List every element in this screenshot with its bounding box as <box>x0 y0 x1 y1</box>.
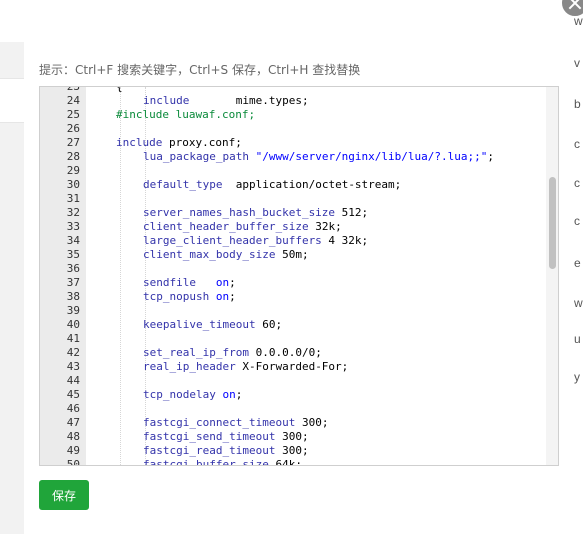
line-number: 23 <box>66 86 80 93</box>
code-text: real_ip_header X-Forwarded-For; <box>143 360 349 373</box>
line-number: 35 <box>66 248 80 261</box>
code-line: 24 include mime.types; <box>40 94 545 108</box>
code-text: #include luawaf.conf; <box>116 108 256 121</box>
line-number: 45 <box>66 388 80 401</box>
code-line: 50 fastcgi_buffer_size 64k; <box>40 458 545 466</box>
code-line: 26 <box>40 122 545 136</box>
code-line: 34 large_client_header_buffers 4 32k; <box>40 234 545 248</box>
code-text: tcp_nopush on; <box>143 290 236 303</box>
code-line: 31 <box>40 192 545 206</box>
code-line: 46 <box>40 402 545 416</box>
code-text: set_real_ip_from 0.0.0.0/0; <box>143 346 322 359</box>
line-number: 29 <box>66 164 80 177</box>
background-text-fragment: c <box>574 176 580 190</box>
code-line: 33 client_header_buffer_size 32k; <box>40 220 545 234</box>
line-number: 33 <box>66 220 80 233</box>
line-number: 50 <box>66 458 80 466</box>
shortcut-hint: 提示：Ctrl+F 搜索关键字，Ctrl+S 保存，Ctrl+H 查找替换 <box>39 63 361 77</box>
code-line: 29 <box>40 164 545 178</box>
background-text-fragment: u <box>574 332 581 346</box>
background-header <box>0 0 583 42</box>
code-text: fastcgi_connect_timeout 300; <box>143 416 329 429</box>
code-line: 37 sendfile on; <box>40 276 545 290</box>
code-text: large_client_header_buffers 4 32k; <box>143 234 369 247</box>
background-text-fragment: v <box>574 56 580 70</box>
code-line: 35 client_max_body_size 50m; <box>40 248 545 262</box>
code-line: 25 #include luawaf.conf; <box>40 108 545 122</box>
code-line: 44 <box>40 374 545 388</box>
code-line: 28 lua_package_path "/www/server/nginx/li… <box>40 150 545 164</box>
code-line: 42 set_real_ip_from 0.0.0.0/0; <box>40 346 545 360</box>
line-number: 46 <box>66 402 80 415</box>
line-number: 28 <box>66 150 80 163</box>
save-button[interactable]: 保存 <box>39 480 89 510</box>
code-text: fastcgi_read_timeout 300; <box>143 444 309 457</box>
code-text: fastcgi_send_timeout 300; <box>143 430 309 443</box>
line-number: 48 <box>66 430 80 443</box>
line-number: 32 <box>66 206 80 219</box>
code-text: sendfile on; <box>143 276 236 289</box>
code-line: 39 <box>40 304 545 318</box>
background-text-fragment: c <box>574 137 580 151</box>
code-text: client_max_body_size 50m; <box>143 248 309 261</box>
code-text: lua_package_path "/www/server/nginx/lib/… <box>143 150 495 163</box>
line-number: 25 <box>66 108 80 121</box>
line-number: 24 <box>66 94 80 107</box>
line-number: 44 <box>66 374 80 387</box>
code-line: 45 tcp_nodelay on; <box>40 388 545 402</box>
line-number: 49 <box>66 444 80 457</box>
line-number: 31 <box>66 192 80 205</box>
code-text: include proxy.conf; <box>116 136 242 149</box>
line-number: 36 <box>66 262 80 275</box>
line-number: 47 <box>66 416 80 429</box>
line-number: 42 <box>66 346 80 359</box>
code-line: 32 server_names_hash_bucket_size 512; <box>40 206 545 220</box>
line-number: 40 <box>66 318 80 331</box>
line-number: 43 <box>66 360 80 373</box>
code-text: { <box>116 86 123 93</box>
background-text-fragment: e <box>574 256 581 270</box>
code-text: include mime.types; <box>143 94 309 107</box>
code-line: 48 fastcgi_send_timeout 300; <box>40 430 545 444</box>
editor-scrollbar[interactable] <box>546 87 558 465</box>
background-text-fragment: c <box>574 214 580 228</box>
code-line: 30 default_type application/octet-stream; <box>40 178 545 192</box>
line-number: 26 <box>66 122 80 135</box>
code-text: fastcgi_buffer_size 64k; <box>143 458 302 466</box>
config-editor-dialog: 提示：Ctrl+F 搜索关键字，Ctrl+S 保存，Ctrl+H 查找替换 23… <box>24 42 572 534</box>
code-text: server_names_hash_bucket_size 512; <box>143 206 369 219</box>
code-line: 41 <box>40 332 545 346</box>
line-number: 27 <box>66 136 80 149</box>
line-number: 41 <box>66 332 80 345</box>
code-line: 47 fastcgi_connect_timeout 300; <box>40 416 545 430</box>
line-number: 38 <box>66 290 80 303</box>
background-page-edge: wvbcccewuy <box>572 0 583 534</box>
background-text-fragment: b <box>574 97 581 111</box>
code-editor[interactable]: 23 {24 include mime.types; 25 #include luawa… <box>39 86 559 466</box>
code-text: keepalive_timeout 60; <box>143 318 283 331</box>
code-line: 36 <box>40 262 545 276</box>
code-line: 23 { <box>40 86 545 94</box>
code-text: client_header_buffer_size 32k; <box>143 220 342 233</box>
background-text-fragment: y <box>574 370 580 384</box>
background-text-fragment: w <box>574 296 583 310</box>
code-lines[interactable]: 23 {24 include mime.types; 25 #include luawa… <box>40 87 558 465</box>
line-number: 30 <box>66 178 80 191</box>
line-number: 37 <box>66 276 80 289</box>
code-line: 40 keepalive_timeout 60; <box>40 318 545 332</box>
line-number: 34 <box>66 234 80 247</box>
code-text: tcp_nodelay on; <box>143 388 243 401</box>
code-line: 27 include proxy.conf; <box>40 136 545 150</box>
code-line: 49 fastcgi_read_timeout 300; <box>40 444 545 458</box>
scrollbar-thumb[interactable] <box>549 177 556 269</box>
code-line: 38 tcp_nopush on; <box>40 290 545 304</box>
background-panel-strip <box>0 78 24 123</box>
code-text: default_type application/octet-stream; <box>143 178 402 191</box>
line-number: 39 <box>66 304 80 317</box>
code-line: 43 real_ip_header X-Forwarded-For; <box>40 360 545 374</box>
